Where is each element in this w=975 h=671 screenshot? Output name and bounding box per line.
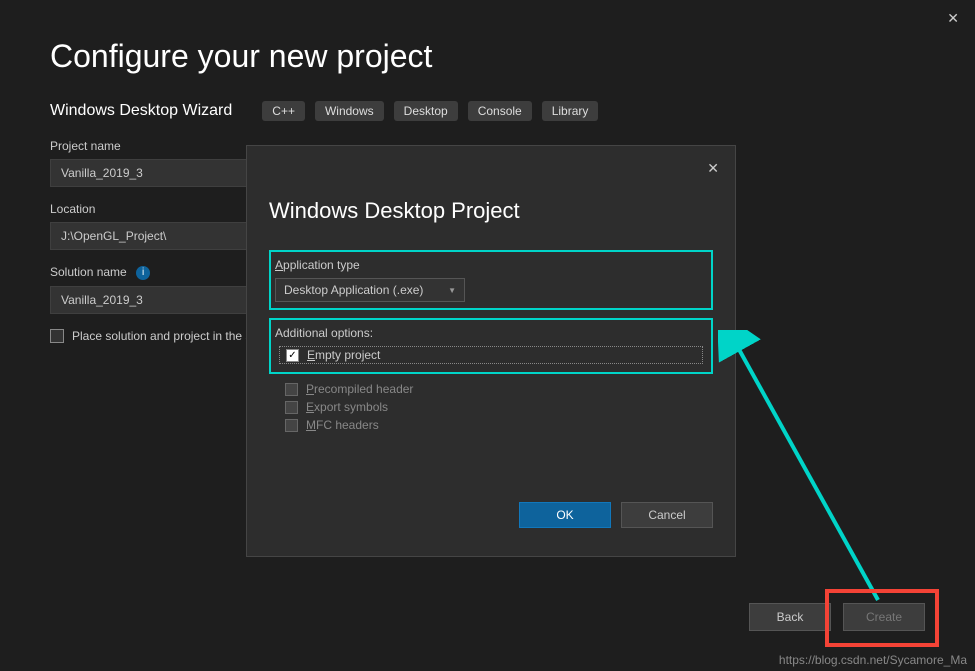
- ok-button[interactable]: OK: [519, 502, 611, 528]
- dialog-buttons: OK Cancel: [269, 502, 713, 528]
- export-checkbox: [285, 401, 298, 414]
- app-type-highlight: Application type Desktop Application (.e…: [269, 250, 713, 310]
- bottom-buttons: Back Create: [749, 603, 925, 631]
- close-icon[interactable]: ✕: [947, 10, 959, 27]
- tag-cpp: C++: [262, 101, 305, 121]
- additional-options-label: Additional options:: [275, 326, 707, 340]
- mfc-label: MFC headers: [306, 418, 379, 432]
- precompiled-label: Precompiled header: [306, 382, 413, 396]
- app-type-dropdown[interactable]: Desktop Application (.exe) ▼: [275, 278, 465, 302]
- wizard-title: Windows Desktop Wizard: [50, 102, 232, 120]
- info-icon[interactable]: i: [136, 266, 150, 280]
- precompiled-checkbox: [285, 383, 298, 396]
- export-row: Export symbols: [277, 398, 713, 416]
- precompiled-row: Precompiled header: [277, 380, 713, 398]
- tag-library: Library: [542, 101, 599, 121]
- additional-options-highlight: Additional options: ✓ Empty project: [269, 318, 713, 374]
- app-type-label: Application type: [275, 258, 707, 272]
- back-button[interactable]: Back: [749, 603, 831, 631]
- create-button[interactable]: Create: [843, 603, 925, 631]
- empty-project-row[interactable]: ✓ Empty project: [279, 346, 703, 364]
- tag-desktop: Desktop: [394, 101, 458, 121]
- mfc-row: MFC headers: [277, 416, 713, 434]
- dialog-close-icon[interactable]: ✕: [707, 160, 719, 177]
- mfc-checkbox: [285, 419, 298, 432]
- desktop-project-dialog: ✕ Windows Desktop Project Application ty…: [246, 145, 736, 557]
- chevron-down-icon: ▼: [448, 286, 456, 295]
- app-type-value: Desktop Application (.exe): [284, 283, 423, 297]
- dialog-body: Windows Desktop Project Application type…: [247, 146, 735, 556]
- empty-project-label: Empty project: [307, 348, 380, 362]
- dialog-title: Windows Desktop Project: [269, 198, 713, 224]
- watermark: https://blog.csdn.net/Sycamore_Ma: [779, 653, 967, 667]
- tag-console: Console: [468, 101, 532, 121]
- empty-project-checkbox[interactable]: ✓: [286, 349, 299, 362]
- wizard-row: Windows Desktop Wizard C++ Windows Deskt…: [50, 101, 925, 121]
- cancel-button[interactable]: Cancel: [621, 502, 713, 528]
- same-directory-checkbox[interactable]: [50, 329, 64, 343]
- tag-windows: Windows: [315, 101, 384, 121]
- page-title: Configure your new project: [50, 38, 925, 75]
- export-label: Export symbols: [306, 400, 388, 414]
